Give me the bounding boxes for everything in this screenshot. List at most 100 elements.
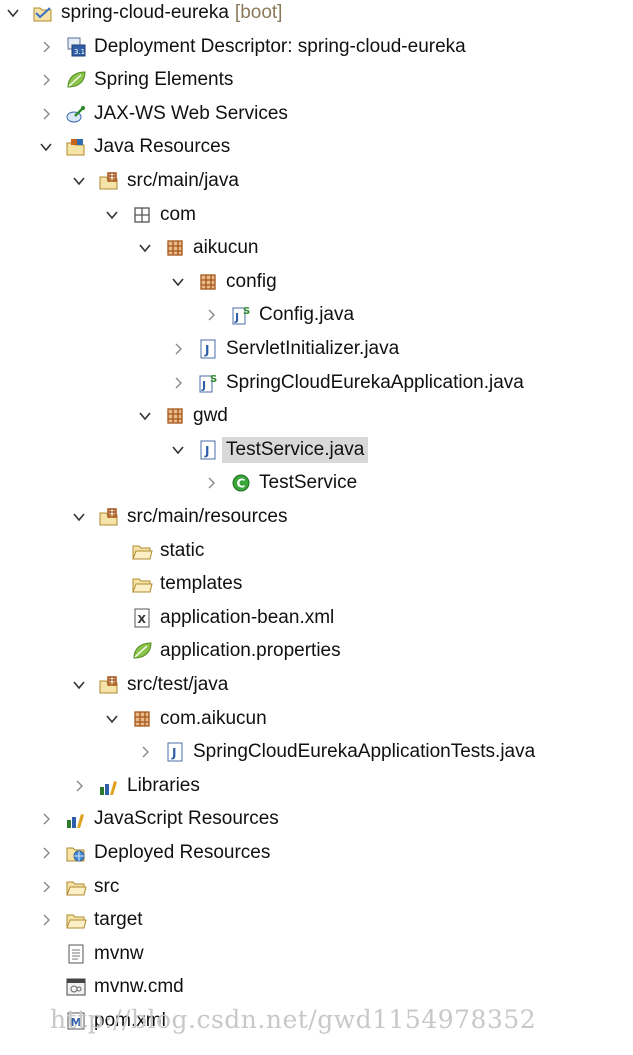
tree-node-label: aikucun — [193, 237, 259, 259]
tree-node-src-test-java[interactable]: src/test/java — [72, 670, 228, 700]
tree-node-jaxws[interactable]: JAX-WS Web Services — [39, 99, 288, 129]
chevron-right-icon[interactable] — [39, 880, 53, 894]
tree-node-src[interactable]: src — [39, 872, 119, 902]
svg-text:X: X — [138, 613, 147, 626]
chevron-down-icon[interactable] — [105, 208, 119, 222]
project-folder-icon — [32, 2, 54, 24]
tree-node-pkg-com-aikucun[interactable]: com.aikucun — [105, 704, 267, 734]
package-icon — [197, 271, 219, 293]
tree-node-mvnw[interactable]: mvnw — [39, 939, 144, 969]
source-folder-icon — [98, 506, 120, 528]
class-icon: C — [230, 472, 252, 494]
tree-node-suffix: [boot] — [234, 2, 283, 23]
tree-node-label: templates — [160, 573, 243, 595]
tree-node-pkg-config[interactable]: config — [171, 267, 277, 297]
tree-node-spring-elements[interactable]: Spring Elements — [39, 65, 233, 95]
tree-node-testservice-class[interactable]: C TestService — [204, 468, 357, 498]
tree-node-label: TestService — [259, 472, 358, 494]
tree-node-js-resources[interactable]: JavaScript Resources — [39, 804, 279, 834]
spring-leaf-icon — [65, 69, 87, 91]
tree-node-label: ServletInitializer.java — [226, 338, 400, 359]
folder-icon — [65, 876, 87, 898]
chevron-down-icon[interactable] — [6, 6, 20, 20]
tree-node-tests-java[interactable]: J SpringCloudEurekaApplicationTests.java — [138, 737, 535, 767]
tree-node-label: JavaScript Resources — [94, 808, 279, 830]
tree-node-label: application-bean.xml — [160, 606, 335, 628]
svg-text:M: M — [71, 1016, 82, 1029]
chevron-down-icon[interactable] — [171, 275, 185, 289]
source-folder-icon — [98, 674, 120, 696]
tree-node-target[interactable]: target — [39, 905, 143, 935]
tree-node-mvnw-cmd[interactable]: mvnw.cmd — [39, 972, 184, 1002]
tree-node-java-resources[interactable]: Java Resources — [39, 132, 230, 162]
tree-node-templates[interactable]: templates — [105, 569, 242, 599]
package-icon — [164, 237, 186, 259]
chevron-right-icon[interactable] — [39, 812, 53, 826]
deployment-descriptor-icon: 3.1 — [65, 36, 87, 58]
tree-node-label: config — [226, 270, 277, 292]
chevron-down-icon[interactable] — [105, 712, 119, 726]
chevron-right-icon[interactable] — [39, 107, 53, 121]
tree-node-label: application.properties — [160, 640, 341, 662]
svg-text:3.1: 3.1 — [74, 48, 85, 56]
tree-node-src-main-java[interactable]: src/main/java — [72, 166, 239, 196]
maven-pom-icon: M — [65, 1010, 87, 1032]
svg-text:S: S — [243, 306, 250, 317]
tree-node-label: mvnw.cmd — [94, 976, 184, 998]
tree-node-servlet-initializer[interactable]: J ServletInitializer.java — [171, 334, 399, 364]
chevron-down-icon[interactable] — [138, 241, 152, 255]
spring-leaf-icon — [131, 640, 153, 662]
tree-node-label: mvnw — [94, 942, 144, 964]
tree-node-label: SpringCloudEurekaApplicationTests.java — [193, 741, 536, 763]
tree-node-label: Deployed Resources — [94, 842, 271, 863]
tree-node-deployment-descriptor[interactable]: 3.1 Deployment Descriptor: spring-cloud-e… — [39, 32, 466, 62]
chevron-down-icon[interactable] — [72, 510, 86, 524]
libraries-icon — [98, 775, 120, 797]
tree-node-label: Deployment Descriptor: spring-cloud-eure… — [94, 35, 466, 57]
chevron-down-icon[interactable] — [171, 443, 185, 457]
chevron-right-icon[interactable] — [39, 846, 53, 860]
chevron-right-icon[interactable] — [171, 342, 185, 356]
chevron-right-icon[interactable] — [204, 476, 218, 490]
svg-text:J: J — [171, 746, 176, 760]
chevron-right-icon[interactable] — [138, 745, 152, 759]
tree-node-testservice-java[interactable]: J TestService.java — [171, 435, 369, 465]
tree-node-project[interactable]: spring-cloud-eureka [boot] — [6, 0, 282, 28]
chevron-down-icon[interactable] — [138, 409, 152, 423]
java-file-icon: J — [197, 338, 219, 360]
tree-node-label: src/main/java — [127, 170, 239, 191]
tree-node-label: Java Resources — [94, 136, 231, 158]
chevron-right-icon[interactable] — [39, 40, 53, 54]
tree-node-label: static — [160, 539, 205, 561]
chevron-down-icon[interactable] — [72, 174, 86, 188]
tree-node-label: Config.java — [259, 304, 355, 326]
chevron-right-icon[interactable] — [204, 308, 218, 322]
source-folder-icon — [98, 170, 120, 192]
tree-node-static[interactable]: static — [105, 536, 204, 566]
svg-text:C: C — [237, 477, 246, 491]
chevron-down-icon[interactable] — [72, 678, 86, 692]
svg-text:J: J — [201, 379, 206, 392]
deployed-resources-icon — [65, 842, 87, 864]
tree-node-src-main-resources[interactable]: src/main/resources — [72, 502, 288, 532]
chevron-right-icon[interactable] — [72, 779, 86, 793]
libraries-icon — [65, 808, 87, 830]
svg-text:J: J — [234, 311, 239, 324]
folder-icon — [131, 573, 153, 595]
tree-node-label: src — [94, 875, 120, 897]
tree-node-config-java[interactable]: J S Config.java — [204, 300, 354, 330]
folder-icon — [131, 540, 153, 562]
tree-node-deployed-resources[interactable]: Deployed Resources — [39, 838, 270, 868]
tree-node-pkg-com[interactable]: com — [105, 200, 196, 230]
tree-node-pom-xml[interactable]: Mpom.xml — [39, 1006, 166, 1036]
tree-node-libraries[interactable]: Libraries — [72, 771, 200, 801]
tree-node-pkg-gwd[interactable]: gwd — [138, 401, 228, 431]
chevron-right-icon[interactable] — [39, 73, 53, 87]
chevron-right-icon[interactable] — [171, 376, 185, 390]
chevron-right-icon[interactable] — [39, 913, 53, 927]
tree-node-application-properties[interactable]: application.properties — [105, 636, 341, 666]
tree-node-app-java[interactable]: J S SpringCloudEurekaApplication.java — [171, 368, 524, 398]
chevron-down-icon[interactable] — [39, 140, 53, 154]
tree-node-application-bean[interactable]: Xapplication-bean.xml — [105, 603, 334, 633]
tree-node-pkg-aikucun[interactable]: aikucun — [138, 233, 259, 263]
